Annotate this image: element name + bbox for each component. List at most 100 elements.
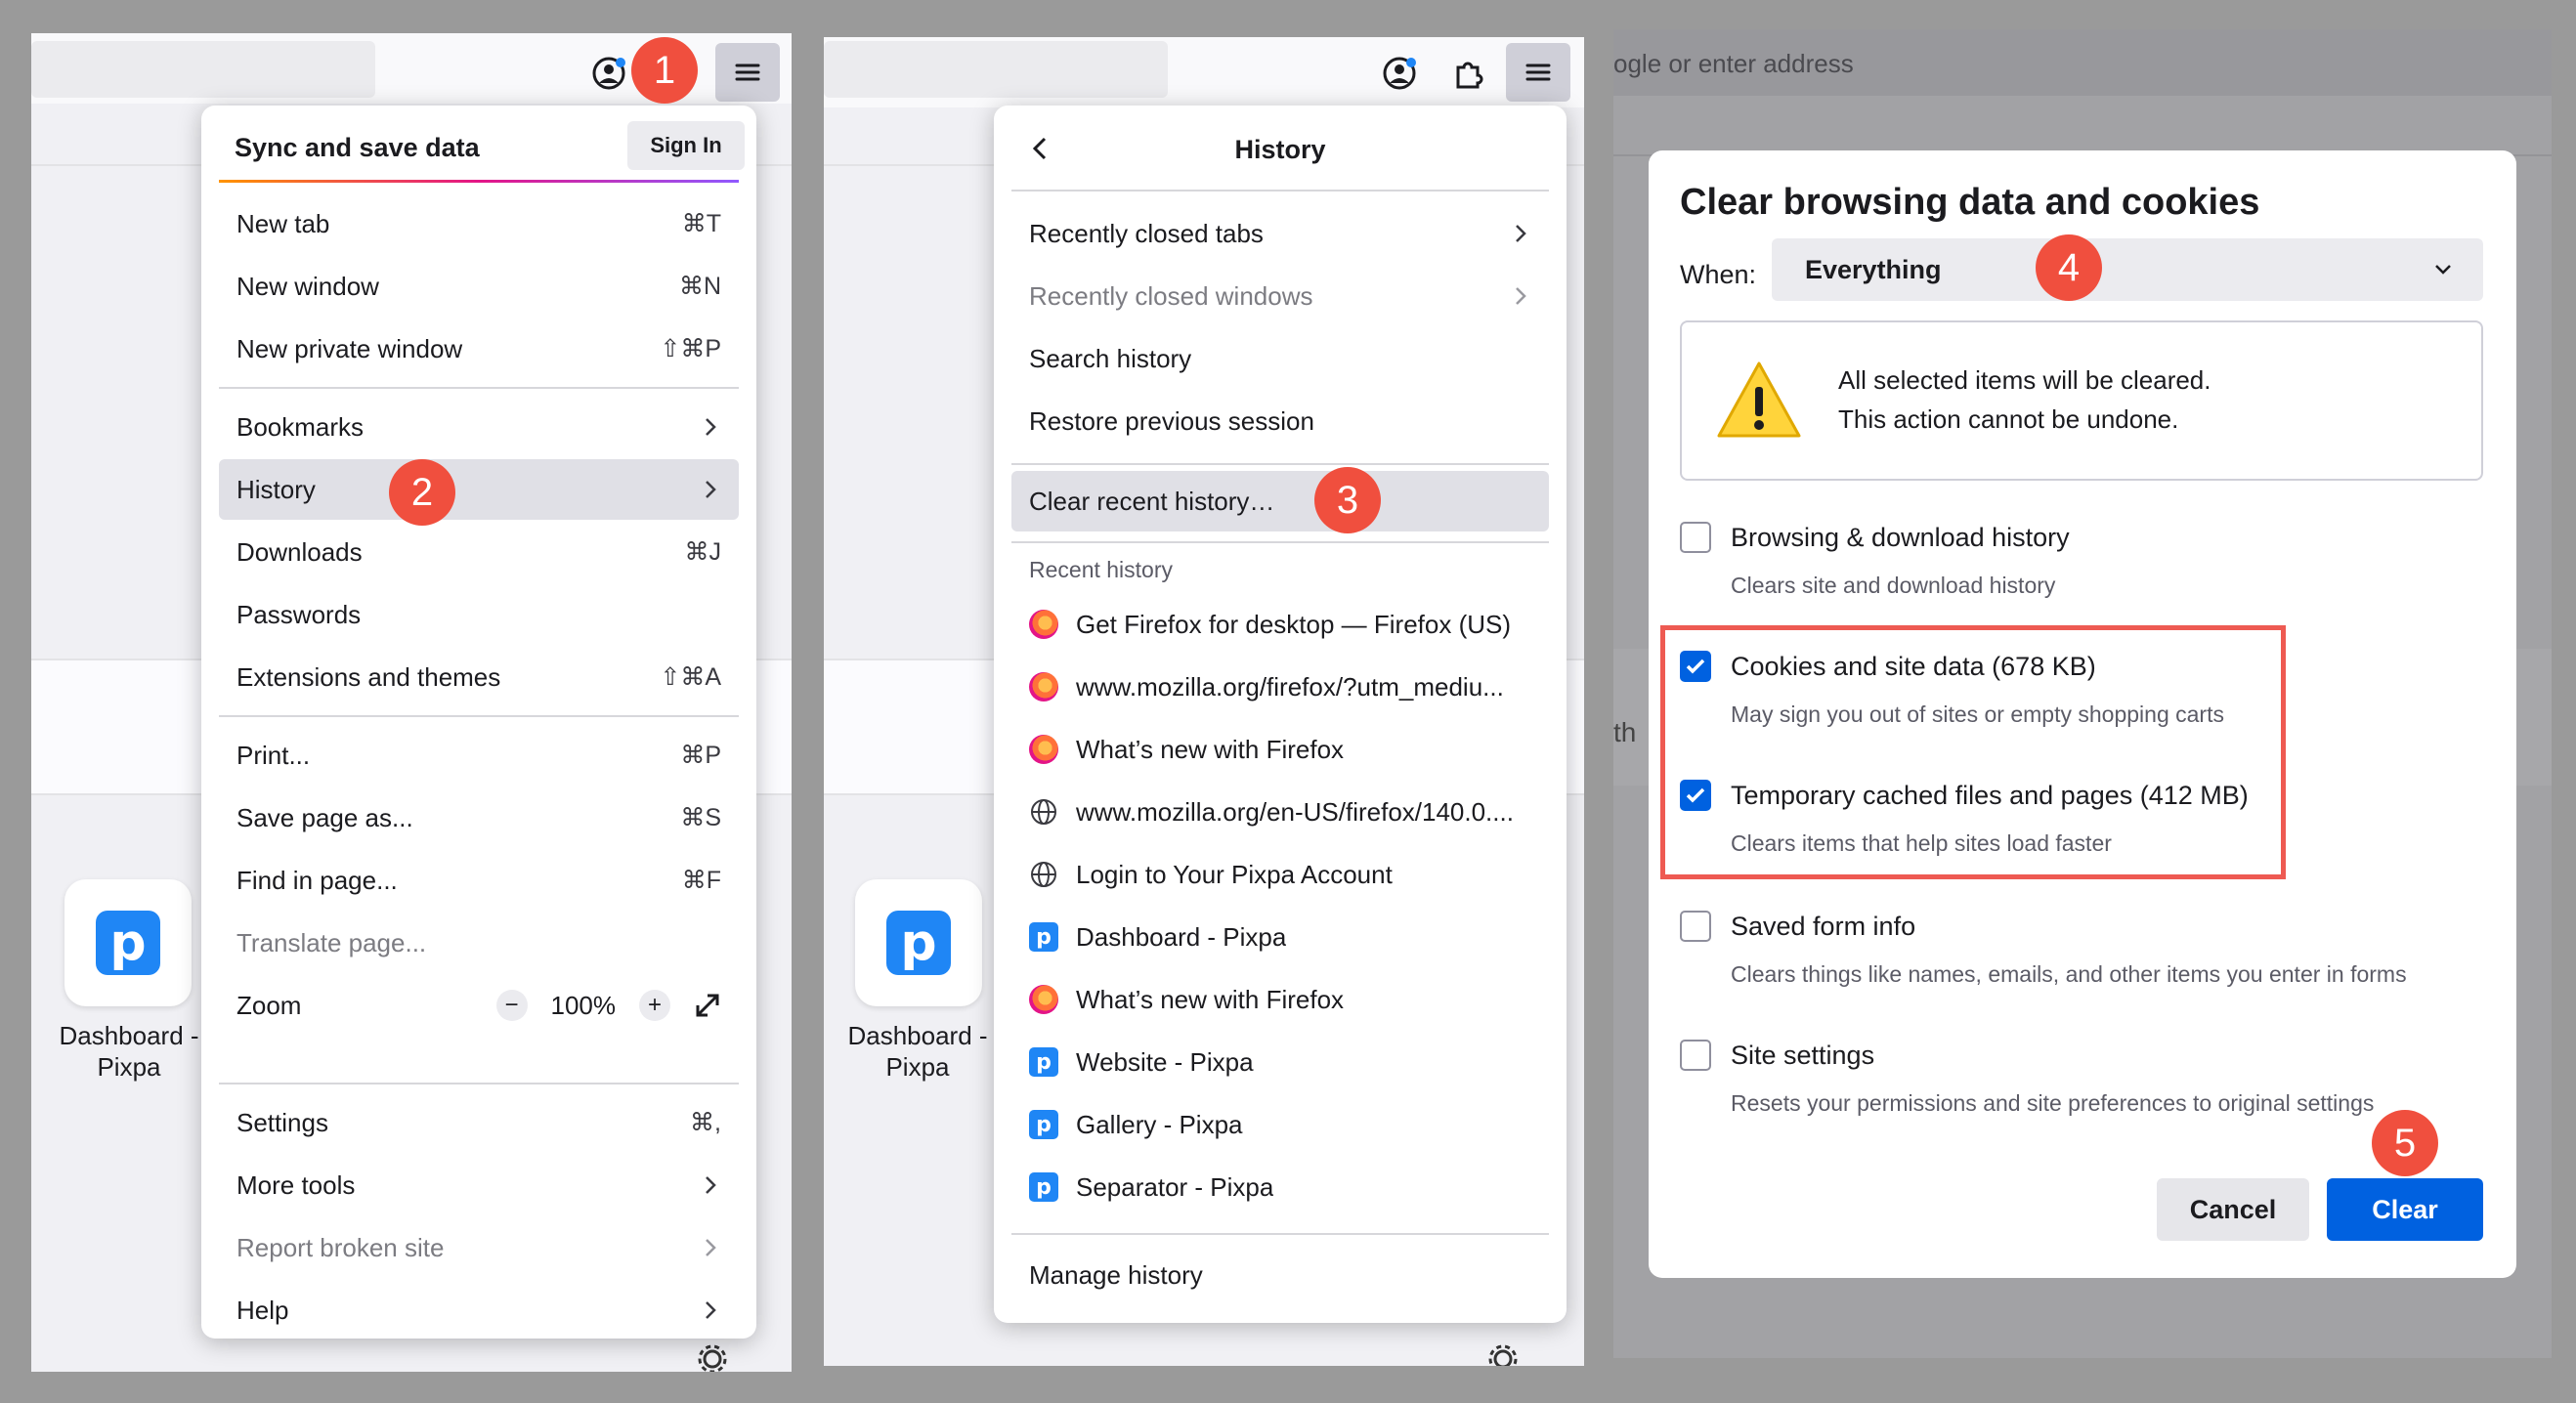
chevron-right-icon: [706, 1176, 716, 1194]
sync-title: Sync and save data: [235, 133, 480, 162]
firefox-icon: [1029, 610, 1058, 639]
checkbox[interactable]: [1680, 911, 1711, 942]
cancel-button[interactable]: Cancel: [2157, 1178, 2309, 1241]
menu-item-zoom: Zoom − 100% +: [219, 975, 739, 1036]
option-site-settings[interactable]: Site settings: [1680, 1040, 1874, 1071]
browser-window-history-menu: ★ p Dashboard - Pixpa History Recently c…: [824, 37, 1584, 1366]
separator: [219, 715, 739, 717]
app-menu: Sync and save data Sign In New tab ⌘T New…: [201, 106, 756, 1339]
menu-item-recently-closed-windows[interactable]: Recently closed windows: [1011, 266, 1549, 326]
shortcut-tile-pixpa[interactable]: p: [64, 879, 192, 1006]
history-entry[interactable]: p Gallery - Pixpa: [1011, 1094, 1549, 1155]
globe-icon: [1029, 797, 1058, 827]
menu-item-help[interactable]: Help: [219, 1280, 739, 1340]
chevron-right-icon: [706, 1301, 716, 1319]
address-bar[interactable]: [31, 41, 375, 98]
history-entry[interactable]: What’s new with Firefox: [1011, 969, 1549, 1030]
account-icon[interactable]: [582, 47, 635, 100]
clear-button[interactable]: Clear: [2327, 1178, 2483, 1241]
history-entry[interactable]: p Separator - Pixpa: [1011, 1157, 1549, 1217]
history-entry[interactable]: www.mozilla.org/en-US/firefox/140.0....: [1011, 782, 1549, 842]
browser-window-clear-dialog: ogle or enter address th Clear browsing …: [1613, 29, 2552, 1358]
extensions-icon[interactable]: [1441, 47, 1494, 100]
address-bar[interactable]: [824, 41, 1168, 98]
step-badge-3: 3: [1314, 467, 1381, 533]
address-bar[interactable]: ogle or enter address: [1613, 29, 2552, 96]
option-description: Clears things like names, emails, and ot…: [1731, 961, 2407, 987]
history-entry[interactable]: p Website - Pixpa: [1011, 1032, 1549, 1092]
history-entry[interactable]: Get Firefox for desktop — Firefox (US): [1011, 594, 1549, 655]
pixpa-icon: p: [1029, 1047, 1058, 1077]
menu-item-search-history[interactable]: Search history: [1011, 328, 1549, 389]
menu-item-new-tab[interactable]: New tab ⌘T: [219, 193, 739, 254]
chevron-right-icon: [706, 1239, 716, 1256]
menu-item-downloads[interactable]: Downloads ⌘J: [219, 522, 739, 582]
menu-item-translate-page[interactable]: Translate page...: [219, 913, 739, 973]
menu-item-print[interactable]: Print... ⌘P: [219, 725, 739, 786]
menu-item-find-in-page[interactable]: Find in page... ⌘F: [219, 850, 739, 911]
menu-item-restore-session[interactable]: Restore previous session: [1011, 391, 1549, 451]
checkbox[interactable]: [1680, 1040, 1711, 1071]
time-range-select[interactable]: Everything: [1772, 238, 2483, 301]
sign-in-button[interactable]: Sign In: [627, 121, 745, 170]
menu-item-passwords[interactable]: Passwords: [219, 584, 739, 645]
gear-icon[interactable]: [696, 1342, 729, 1372]
option-description: Resets your permissions and site prefere…: [1731, 1090, 2375, 1116]
globe-icon: [1029, 860, 1058, 889]
address-placeholder: ogle or enter address: [1613, 49, 1854, 78]
clear-data-dialog: Clear browsing data and cookies When: Ev…: [1649, 150, 2516, 1278]
chevron-right-icon: [1516, 287, 1526, 305]
shortcut-tile-pixpa[interactable]: p: [855, 879, 982, 1006]
menu-item-new-private-window[interactable]: New private window ⇧⌘P: [219, 319, 739, 379]
menu-item-recently-closed-tabs[interactable]: Recently closed tabs: [1011, 203, 1549, 264]
step-badge-2: 2: [389, 459, 455, 526]
separator: [1011, 541, 1549, 543]
chevron-right-icon: [1516, 225, 1526, 242]
sync-divider: [219, 180, 739, 183]
hamburger-icon: [735, 64, 760, 81]
warning-line-1: All selected items will be cleared.: [1838, 365, 2211, 395]
warning-line-2: This action cannot be undone.: [1838, 404, 2179, 434]
history-entry[interactable]: www.mozilla.org/firefox/?utm_mediu...: [1011, 657, 1549, 717]
menu-item-new-window[interactable]: New window ⌘N: [219, 256, 739, 317]
tile-label: Dashboard - Pixpa: [847, 1021, 988, 1082]
gear-icon[interactable]: [1486, 1342, 1520, 1366]
time-range-value: Everything: [1805, 254, 1942, 284]
pixpa-logo: p: [96, 911, 160, 975]
menu-item-settings[interactable]: Settings ⌘,: [219, 1092, 739, 1153]
step-badge-4: 4: [2036, 234, 2102, 301]
zoom-in-button[interactable]: +: [639, 990, 670, 1021]
dialog-title: Clear browsing data and cookies: [1680, 182, 2260, 223]
menu-item-history[interactable]: History: [219, 459, 739, 520]
zoom-out-button[interactable]: −: [495, 990, 528, 1021]
menu-item-report-broken-site[interactable]: Report broken site: [219, 1217, 739, 1278]
tile-label: Dashboard - Pixpa: [59, 1021, 199, 1082]
menu-item-more-tools[interactable]: More tools: [219, 1155, 739, 1215]
hamburger-menu-button[interactable]: [1506, 43, 1570, 102]
fullscreen-icon[interactable]: [694, 992, 721, 1019]
pixpa-logo: p: [886, 911, 951, 975]
option-description: Clears site and download history: [1731, 573, 2056, 598]
option-form-info[interactable]: Saved form info: [1680, 911, 1915, 942]
warning-box: All selected items will be cleared. This…: [1680, 320, 2483, 481]
account-icon[interactable]: [1373, 47, 1426, 100]
menu-item-bookmarks[interactable]: Bookmarks: [219, 397, 739, 457]
chevron-right-icon: [706, 481, 716, 498]
firefox-icon: [1029, 985, 1058, 1014]
checkbox[interactable]: [1680, 522, 1711, 553]
menu-item-clear-recent-history[interactable]: Clear recent history…: [1011, 471, 1549, 531]
menu-item-manage-history[interactable]: Manage history: [1011, 1245, 1549, 1305]
toolbar: [824, 37, 1584, 106]
history-title: History: [1234, 135, 1326, 164]
hamburger-menu-button[interactable]: [715, 43, 780, 102]
history-entry[interactable]: Login to Your Pixpa Account: [1011, 844, 1549, 905]
history-entry[interactable]: p Dashboard - Pixpa: [1011, 907, 1549, 967]
browser-window-main-menu: ★ p Dashboard - Pixpa Sync and save data…: [31, 33, 792, 1372]
step-badge-1: 1: [631, 37, 698, 104]
menu-item-save-page[interactable]: Save page as... ⌘S: [219, 787, 739, 848]
step-badge-5: 5: [2372, 1110, 2438, 1176]
menu-item-extensions-themes[interactable]: Extensions and themes ⇧⌘A: [219, 647, 739, 707]
when-label: When:: [1680, 260, 1757, 289]
history-entry[interactable]: What’s new with Firefox: [1011, 719, 1549, 780]
option-browsing-history[interactable]: Browsing & download history: [1680, 522, 2070, 553]
